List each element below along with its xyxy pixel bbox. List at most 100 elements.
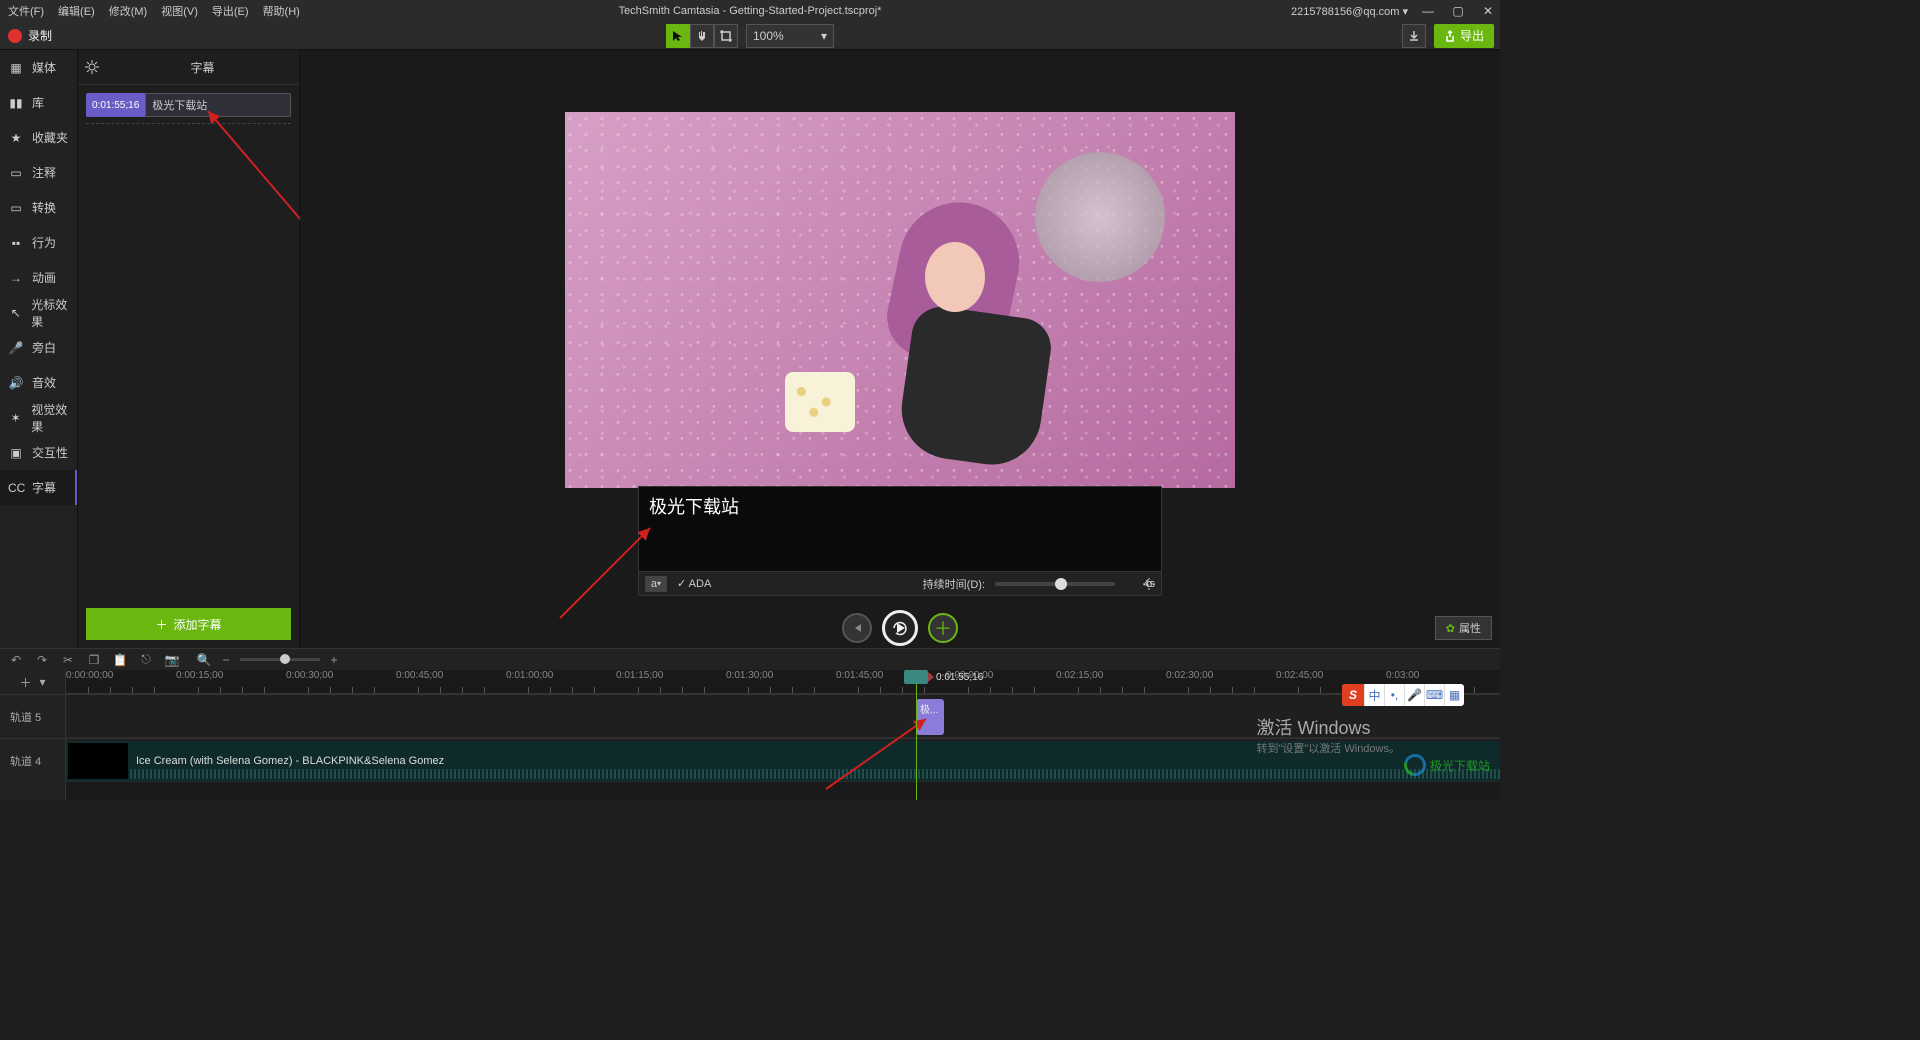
video-preview[interactable]	[565, 112, 1235, 488]
menu-view[interactable]: 视图(V)	[161, 3, 198, 19]
menu-file[interactable]: 文件(F)	[8, 3, 44, 19]
next-add-caption-button[interactable]: ＋	[928, 613, 958, 643]
track-menu-button[interactable]: ▾	[39, 675, 45, 689]
caption-font-button[interactable]: a ▾	[645, 576, 667, 592]
tool-captions[interactable]: CC字幕	[0, 470, 77, 505]
tool-cursor-fx[interactable]: ↖光标效果	[0, 295, 77, 330]
caption-panel-title: 字幕	[106, 59, 299, 76]
transition-icon: ▭	[8, 201, 24, 215]
tool-media[interactable]: ▦媒体	[0, 50, 77, 85]
motion-icon: →	[8, 271, 24, 285]
gear-icon: ✿	[1446, 622, 1455, 635]
playhead-time: 0:01:55;16	[936, 672, 983, 683]
export-button[interactable]: 导出	[1434, 24, 1494, 48]
record-icon	[8, 29, 22, 43]
tool-animations[interactable]: →动画	[0, 260, 77, 295]
gear-icon	[1143, 578, 1155, 590]
ime-voice-button[interactable]: 🎤	[1404, 684, 1424, 706]
media-icon: ▦	[8, 61, 24, 75]
account-menu[interactable]: 2215788156@qq.com ▾	[1291, 5, 1408, 18]
zoom-in-button[interactable]: +	[326, 652, 342, 668]
interact-icon: ▣	[8, 446, 24, 460]
properties-button[interactable]: ✿ 属性	[1435, 616, 1492, 640]
menu-edit[interactable]: 编辑(E)	[58, 3, 95, 19]
tool-audio-fx[interactable]: 🔊音效	[0, 365, 77, 400]
undo-button[interactable]: ↶	[8, 652, 24, 668]
ruler-tick: 0:02:45;00	[1276, 670, 1323, 681]
ruler-tick: 0:01:00;00	[506, 670, 553, 681]
menu-export[interactable]: 导出(E)	[212, 3, 249, 19]
split-button[interactable]: ⎋	[138, 652, 154, 668]
ime-keyboard-button[interactable]: ⌨	[1424, 684, 1444, 706]
ruler-tick: 0:00:15;00	[176, 670, 223, 681]
crop-tool[interactable]	[714, 24, 738, 48]
ruler-tick: 0:02:15;00	[1056, 670, 1103, 681]
callout-icon: ▭	[8, 166, 24, 180]
share-icon	[1444, 30, 1456, 42]
zoom-select[interactable]: 100%▾	[746, 24, 834, 48]
close-button[interactable]: ✕	[1482, 5, 1494, 17]
ruler-tick: 0:01:30;00	[726, 670, 773, 681]
site-watermark: 极光下载站	[1404, 750, 1494, 780]
caption-divider	[86, 123, 291, 124]
tool-transitions[interactable]: ▭转换	[0, 190, 77, 225]
playback-controls: ＋	[842, 610, 958, 646]
caption-editor-settings[interactable]	[1143, 578, 1155, 590]
tool-sidebar: ▦媒体 ▮▮库 ★收藏夹 ▭注释 ▭转换 ▪▪行为 →动画 ↖光标效果 🎤旁白 …	[0, 50, 78, 648]
caption-item-time: 0:01:55;16	[86, 93, 145, 117]
ime-logo-icon: S	[1342, 684, 1364, 706]
add-caption-button[interactable]: ＋ 添加字幕	[86, 608, 291, 640]
tool-library[interactable]: ▮▮库	[0, 85, 77, 120]
ime-punct-button[interactable]: •,	[1384, 684, 1404, 706]
timeline-zoom-slider[interactable]	[240, 658, 320, 661]
ruler-tick: 0:02:30;00	[1166, 670, 1213, 681]
caption-item-text[interactable]: 极光下载站	[145, 93, 291, 117]
track-label-5[interactable]: 轨道 5	[0, 694, 65, 738]
tool-interactivity[interactable]: ▣交互性	[0, 435, 77, 470]
audio-waveform	[130, 769, 1500, 779]
tool-narration[interactable]: 🎤旁白	[0, 330, 77, 365]
ime-lang-button[interactable]: 中	[1364, 684, 1384, 706]
add-track-button[interactable]: ＋	[19, 674, 31, 691]
window-title: TechSmith Camtasia - Getting-Started-Pro…	[619, 5, 882, 17]
minimize-button[interactable]: —	[1422, 5, 1434, 17]
playhead-line	[916, 670, 917, 800]
copy-button[interactable]: ❐	[86, 652, 102, 668]
gear-icon	[85, 60, 99, 74]
menu-help[interactable]: 帮助(H)	[263, 3, 300, 19]
cut-button[interactable]: ✂	[60, 652, 76, 668]
redo-button[interactable]: ↷	[34, 652, 50, 668]
star-icon: ★	[8, 131, 24, 145]
ime-menu-button[interactable]: ▦	[1444, 684, 1464, 706]
menu-modify[interactable]: 修改(M)	[109, 3, 148, 19]
speaker-icon: 🔊	[8, 376, 24, 390]
chevron-down-icon: ▾	[821, 29, 827, 43]
windows-activation-watermark: 激活 Windows 转到"设置"以激活 Windows。	[1257, 714, 1401, 756]
playhead-handle[interactable]: 0:01:55;16	[904, 670, 983, 684]
caption-text-input[interactable]: 极光下载站	[638, 486, 1162, 572]
duration-slider[interactable]	[995, 582, 1115, 586]
record-button[interactable]: 录制	[28, 27, 52, 44]
caption-clip[interactable]: 极...	[916, 699, 944, 735]
ada-toggle[interactable]: ✓ ADA	[677, 577, 711, 590]
select-tool[interactable]	[666, 24, 690, 48]
download-button[interactable]	[1402, 24, 1426, 48]
play-loop-button[interactable]	[882, 610, 918, 646]
caption-settings-button[interactable]	[78, 60, 106, 74]
snapshot-button[interactable]: 📷	[164, 652, 180, 668]
timeline-ruler[interactable]: 0:01:55;16 0:00:00;000:00:15;000:00:30;0…	[66, 670, 1500, 694]
zoom-out-button[interactable]: −	[218, 652, 234, 668]
canvas-tools: 100%▾	[666, 24, 834, 48]
ime-toolbar[interactable]: S 中 •, 🎤 ⌨ ▦	[1342, 684, 1464, 706]
caption-item[interactable]: 0:01:55;16 极光下载站	[86, 93, 291, 117]
paste-button[interactable]: 📋	[112, 652, 128, 668]
tool-annotations[interactable]: ▭注释	[0, 155, 77, 190]
track-label-4[interactable]: 轨道 4	[0, 738, 65, 782]
maximize-button[interactable]: ▢	[1452, 5, 1464, 17]
tool-favorites[interactable]: ★收藏夹	[0, 120, 77, 155]
tool-behaviors[interactable]: ▪▪行为	[0, 225, 77, 260]
prev-caption-button[interactable]	[842, 613, 872, 643]
tool-visual-fx[interactable]: ✶视觉效果	[0, 400, 77, 435]
pan-tool[interactable]	[690, 24, 714, 48]
timeline-toolbar: ↶ ↷ ✂ ❐ 📋 ⎋ 📷 🔍 − +	[0, 648, 1500, 670]
